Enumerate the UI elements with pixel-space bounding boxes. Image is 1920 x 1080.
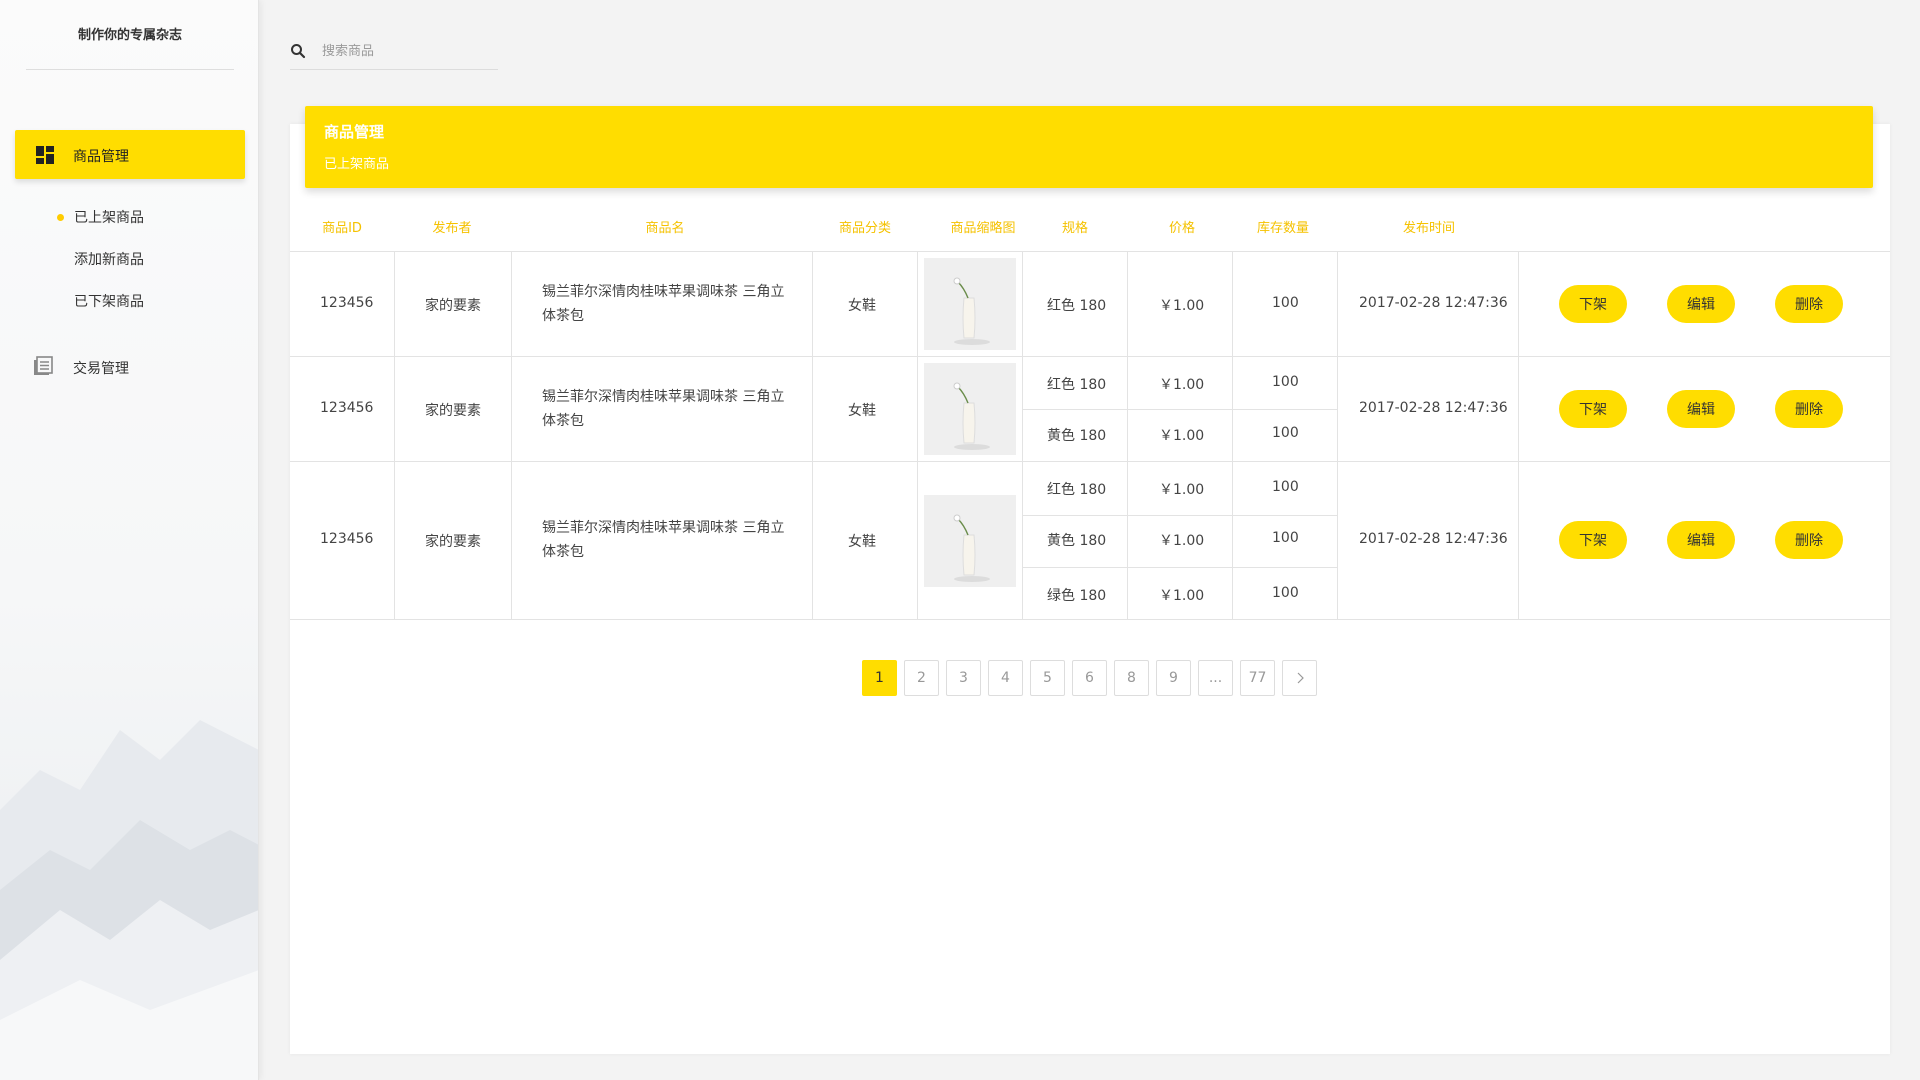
column-divider [1127, 252, 1128, 620]
edit-button[interactable]: 编辑 [1667, 285, 1735, 323]
sidebar-item-trade-management[interactable]: 交易管理 [33, 356, 233, 380]
page-button-77[interactable]: 77 [1240, 660, 1275, 696]
product-id: 123456 [320, 295, 374, 311]
search-icon [291, 44, 306, 59]
page-button-2[interactable]: 2 [904, 660, 939, 696]
variant-stock: 100 [1272, 479, 1299, 495]
column-divider [1337, 252, 1338, 620]
sidebar: 制作你的专属杂志 商品管理 已上架商品 添加新商品 已下架商品 交易管理 [0, 0, 259, 1080]
product-id: 123456 [320, 531, 374, 547]
page-button-3[interactable]: 3 [946, 660, 981, 696]
column-header-category: 商品分类 [838, 221, 891, 236]
sidebar-subitem-add-new[interactable]: 添加新商品 [74, 249, 144, 269]
publish-time: 2017-02-28 12:47:36 [1359, 400, 1508, 416]
variant-stock: 100 [1272, 425, 1299, 441]
variant-stock: 100 [1272, 585, 1299, 601]
delete-button[interactable]: 删除 [1775, 390, 1843, 428]
category: 女鞋 [848, 403, 876, 419]
column-header-publisher: 发布者 [432, 221, 472, 236]
variant-stock: 100 [1272, 295, 1299, 311]
brand-title: 制作你的专属杂志 [26, 24, 234, 70]
page-header-banner: 商品管理 已上架商品 [305, 106, 1873, 188]
variant-divider [1022, 567, 1337, 568]
publisher: 家的要素 [425, 298, 481, 314]
variant-spec: 绿色 180 [1047, 588, 1107, 604]
variant-spec: 红色 180 [1047, 482, 1107, 498]
edit-button[interactable]: 编辑 [1667, 390, 1735, 428]
column-header-spec: 规格 [1061, 221, 1088, 236]
sidebar-item-label: 商品管理 [73, 149, 129, 165]
product-id: 123456 [320, 400, 374, 416]
variant-spec: 红色 180 [1047, 298, 1107, 314]
active-indicator-dot [57, 214, 64, 221]
column-divider [812, 252, 813, 620]
product-name: 锡兰菲尔深情肉桂味苹果调味茶 三角立体茶包 [542, 520, 785, 560]
mountain-background-image [0, 720, 258, 1080]
sidebar-subitem-delisted[interactable]: 已下架商品 [74, 291, 144, 311]
search-bar [290, 36, 498, 70]
delete-button[interactable]: 删除 [1775, 521, 1843, 559]
product-name: 锡兰菲尔深情肉桂味苹果调味茶 三角立体茶包 [542, 389, 785, 429]
product-name: 锡兰菲尔深情肉桂味苹果调味茶 三角立体茶包 [542, 284, 785, 324]
variant-price: ￥1.00 [1159, 298, 1205, 314]
delist-button[interactable]: 下架 [1559, 285, 1627, 323]
sidebar-item-label: 交易管理 [73, 361, 129, 377]
search-input[interactable] [322, 38, 492, 64]
publish-time: 2017-02-28 12:47:36 [1359, 295, 1508, 311]
column-divider [1022, 252, 1023, 620]
variant-price: ￥1.00 [1159, 377, 1205, 393]
product-thumbnail [924, 495, 1016, 587]
category: 女鞋 [848, 534, 876, 550]
variant-spec: 黄色 180 [1047, 428, 1107, 444]
publish-time: 2017-02-28 12:47:36 [1359, 531, 1508, 547]
page-ellipsis: ... [1198, 660, 1233, 696]
sidebar-item-product-management[interactable]: 商品管理 [15, 130, 245, 179]
dashboard-icon [36, 146, 54, 164]
page-button-1[interactable]: 1 [862, 660, 897, 696]
column-header-thumbnail: 商品缩略图 [950, 221, 1016, 236]
variant-price: ￥1.00 [1159, 482, 1205, 498]
column-header-stock: 库存数量 [1256, 221, 1309, 236]
variant-spec: 红色 180 [1047, 377, 1107, 393]
column-header-publish-time: 发布时间 [1402, 221, 1455, 236]
page-button-4[interactable]: 4 [988, 660, 1023, 696]
document-list-icon [34, 356, 53, 375]
publisher: 家的要素 [425, 403, 481, 419]
page-button-5[interactable]: 5 [1030, 660, 1065, 696]
page-button-9[interactable]: 9 [1156, 660, 1191, 696]
product-thumbnail [924, 363, 1016, 455]
product-thumbnail [924, 258, 1016, 350]
next-page-button[interactable] [1282, 660, 1317, 696]
column-divider [511, 252, 512, 620]
publisher: 家的要素 [425, 534, 481, 550]
delist-button[interactable]: 下架 [1559, 390, 1627, 428]
page-title: 商品管理 [324, 123, 385, 141]
variant-divider [1022, 409, 1337, 410]
column-divider [917, 252, 918, 620]
column-header-price: 价格 [1168, 221, 1195, 236]
sidebar-subitem-listed[interactable]: 已上架商品 [74, 207, 144, 227]
page-button-8[interactable]: 8 [1114, 660, 1149, 696]
variant-price: ￥1.00 [1159, 428, 1205, 444]
variant-price: ￥1.00 [1159, 588, 1205, 604]
column-divider [1232, 252, 1233, 620]
page-subtitle: 已上架商品 [324, 157, 390, 172]
category: 女鞋 [848, 298, 876, 314]
variant-stock: 100 [1272, 374, 1299, 390]
column-header-id: 商品ID [322, 221, 362, 236]
delist-button[interactable]: 下架 [1559, 521, 1627, 559]
column-divider [394, 252, 395, 620]
variant-spec: 黄色 180 [1047, 533, 1107, 549]
page-button-6[interactable]: 6 [1072, 660, 1107, 696]
column-divider [1518, 252, 1519, 620]
chevron-right-icon [1297, 672, 1304, 684]
edit-button[interactable]: 编辑 [1667, 521, 1735, 559]
delete-button[interactable]: 删除 [1775, 285, 1843, 323]
variant-divider [1022, 515, 1337, 516]
variant-price: ￥1.00 [1159, 533, 1205, 549]
variant-stock: 100 [1272, 530, 1299, 546]
column-header-name: 商品名 [645, 221, 685, 236]
